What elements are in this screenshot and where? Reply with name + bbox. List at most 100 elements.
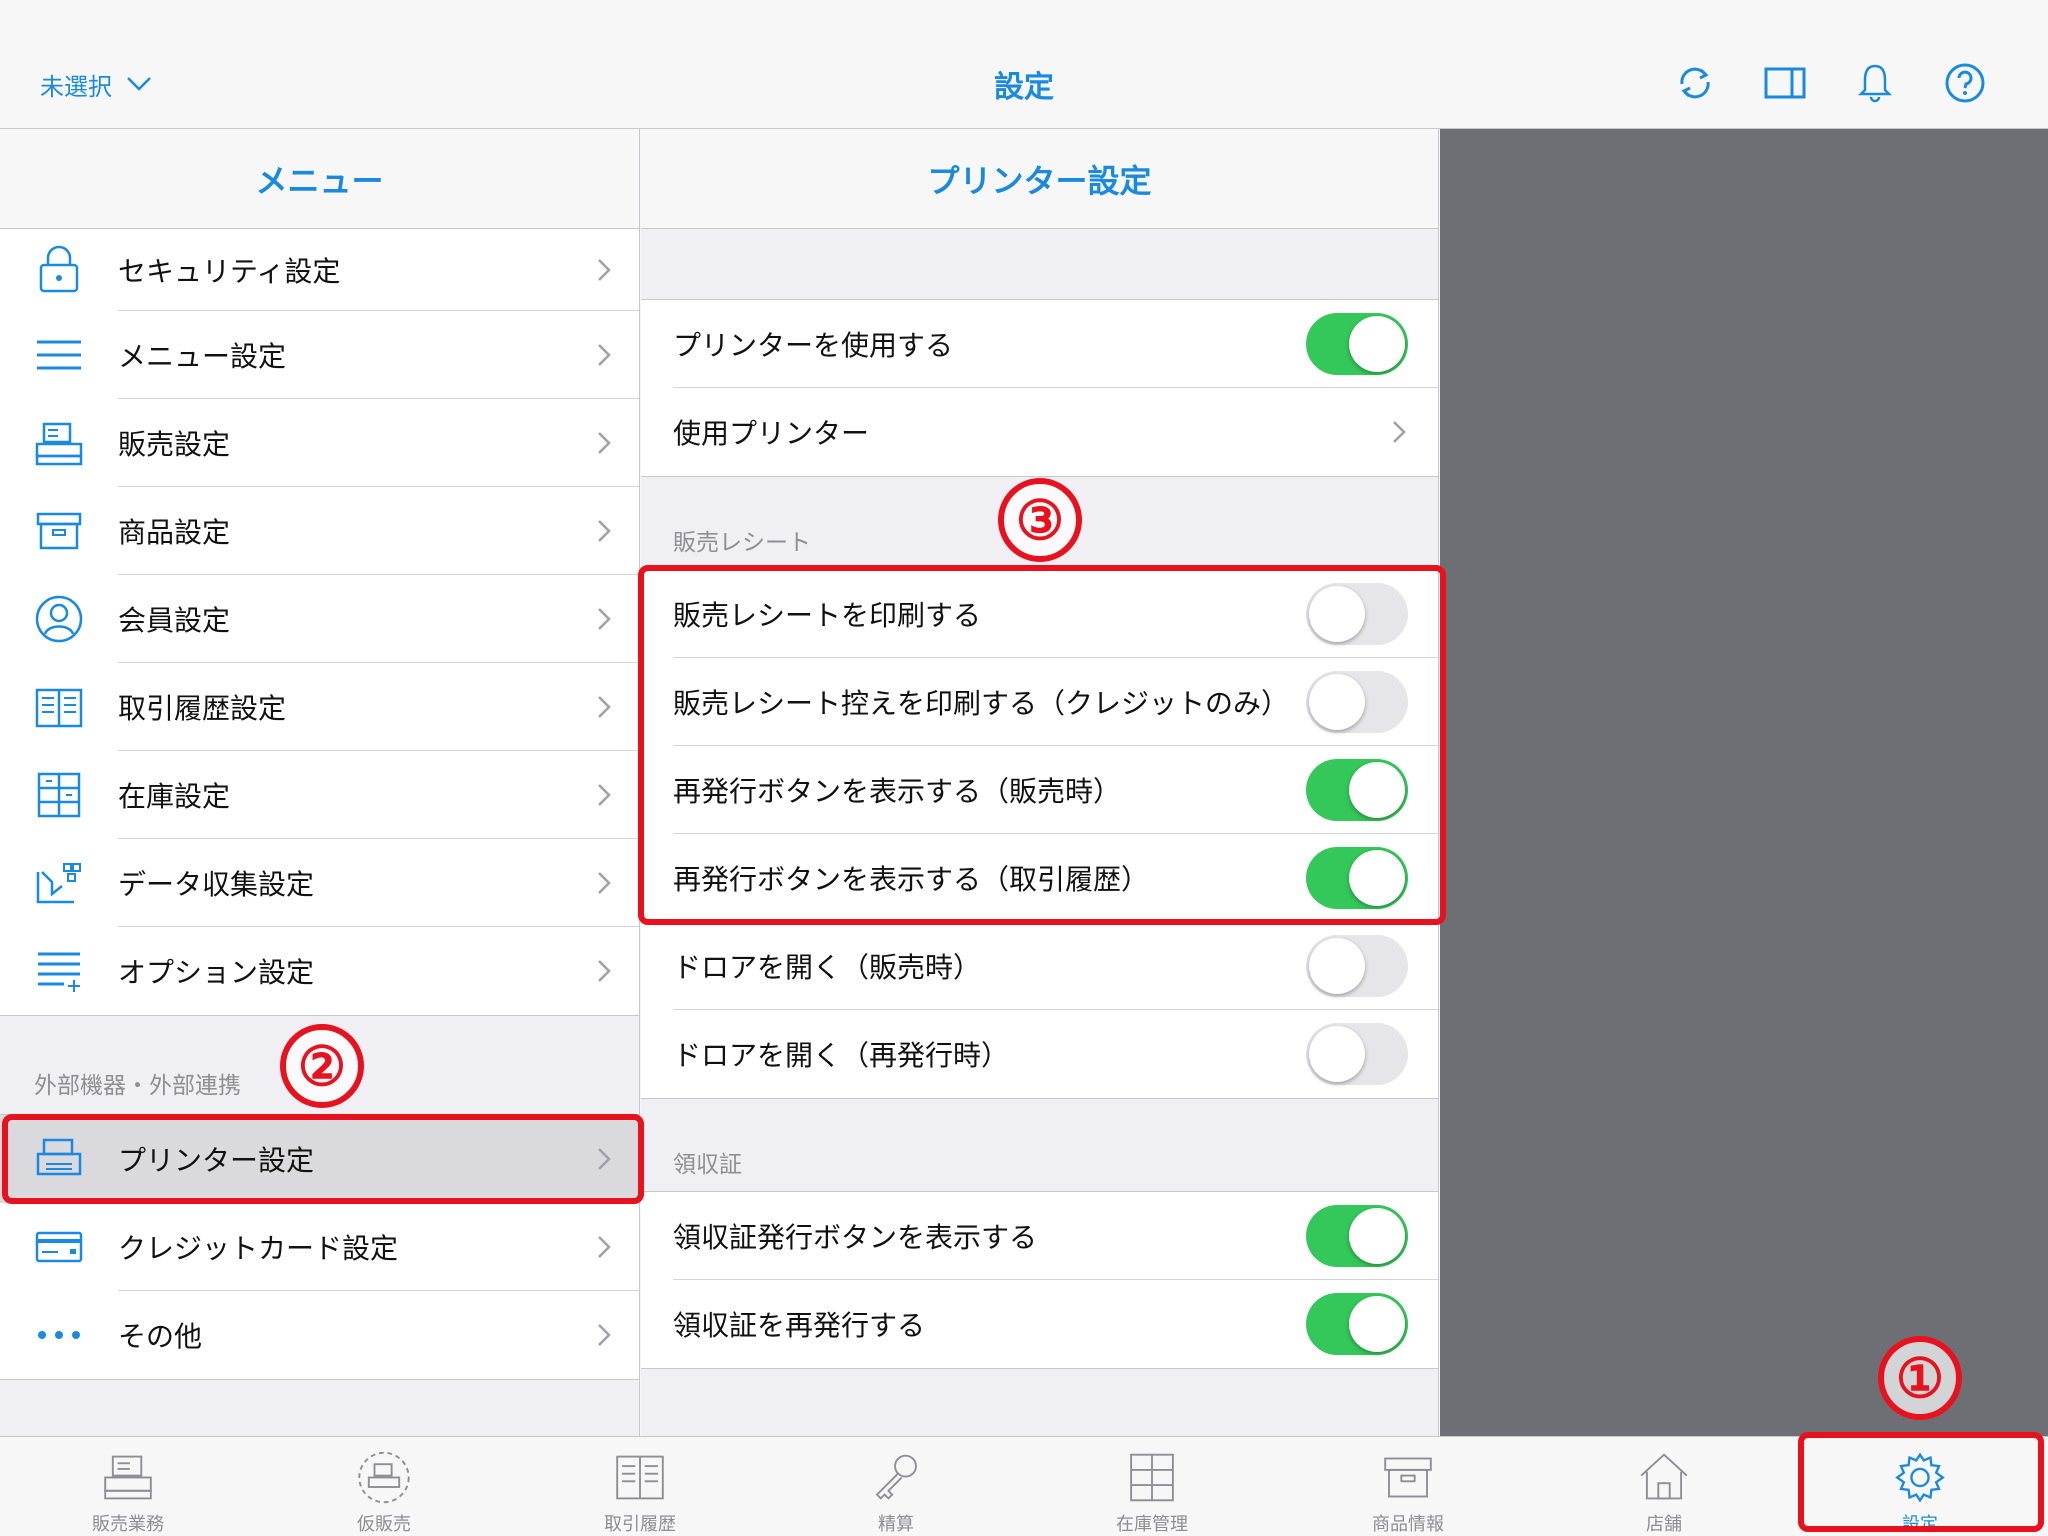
setting-row-use-printer: プリンターを使用する: [673, 300, 1438, 388]
menu-item-product-settings[interactable]: 商品設定: [0, 487, 639, 575]
tab-store[interactable]: 店舗: [1536, 1437, 1792, 1536]
gear-icon: [1895, 1452, 1945, 1503]
setting-row-reissue-sales: 再発行ボタンを表示する（販売時）: [673, 746, 1438, 834]
setting-row-select-printer[interactable]: 使用プリンター: [673, 388, 1438, 476]
split-view-button[interactable]: [1762, 60, 1808, 106]
cabinet-icon: [1130, 1453, 1174, 1502]
menu-column: メニュー セキュリティ設定 メニュー設定 販売設定 商品設定 会員設定 取引履歴…: [0, 129, 640, 1436]
chevron-right-icon: [598, 519, 611, 542]
split-view-icon: [1764, 67, 1806, 99]
menu-list: セキュリティ設定 メニュー設定 販売設定 商品設定 会員設定 取引履歴設定 在庫…: [0, 229, 639, 1016]
menu-item-sales-settings[interactable]: 販売設定: [0, 399, 639, 487]
tab-label: 仮販売: [357, 1514, 411, 1535]
menu-item-menu-settings[interactable]: メニュー設定: [0, 311, 639, 399]
more-dots-icon: [38, 1331, 80, 1339]
data-icon: [36, 863, 81, 904]
tab-temp-sale[interactable]: 仮販売: [256, 1437, 512, 1536]
menu-item-inventory-settings[interactable]: 在庫設定: [0, 751, 639, 839]
menu-item-other[interactable]: その他: [0, 1291, 639, 1379]
drawer-sales-toggle[interactable]: [1306, 934, 1408, 997]
setting-label: 再発行ボタンを表示する（販売時）: [673, 774, 1122, 808]
receipt-group: 領収証発行ボタンを表示する 領収証を再発行する: [641, 1191, 1438, 1369]
menu-item-printer-settings[interactable]: プリンター設定: [0, 1115, 639, 1203]
chevron-right-icon: [598, 431, 611, 454]
chevron-right-icon: [598, 1235, 611, 1258]
chevron-right-icon: [598, 871, 611, 894]
tab-settlement[interactable]: 精算: [768, 1437, 1024, 1536]
tab-settings[interactable]: 設定: [1792, 1437, 2048, 1536]
chevron-right-icon: [1393, 421, 1406, 443]
setting-row-receipt-reissue: 領収証を再発行する: [673, 1280, 1438, 1368]
tab-label: 商品情報: [1372, 1514, 1444, 1535]
chevron-right-icon: [598, 695, 611, 718]
menu-item-data-settings[interactable]: データ収集設定: [0, 839, 639, 927]
top-navigation-bar: 未選択 設定: [0, 0, 2048, 129]
menu-item-history-settings[interactable]: 取引履歴設定: [0, 663, 639, 751]
menu-item-label: オプション設定: [118, 956, 315, 989]
store-icon: [1640, 1453, 1688, 1500]
notification-button[interactable]: [1852, 60, 1898, 106]
sync-icon: [1680, 67, 1710, 99]
drawer-reissue-toggle[interactable]: [1306, 1023, 1408, 1085]
detail-header: プリンター設定: [641, 129, 1438, 229]
tab-label: 設定: [1902, 1514, 1938, 1535]
register-icon: [104, 1455, 152, 1500]
options-icon: [38, 952, 80, 992]
help-icon: [1945, 63, 1985, 103]
menu-header: メニュー: [0, 129, 639, 229]
tab-product-info[interactable]: 商品情報: [1280, 1437, 1536, 1536]
section-label-sales-receipt: 販売レシート: [673, 530, 811, 556]
menu-item-label: セキュリティ設定: [118, 254, 341, 288]
print-receipt-copy-toggle[interactable]: [1306, 670, 1408, 733]
setting-label: 領収証発行ボタンを表示する: [673, 1220, 1038, 1254]
menu-item-label: 販売設定: [118, 427, 231, 461]
tab-label: 取引履歴: [604, 1514, 676, 1535]
printer-settings-panel: プリンター設定 プリンターを使用する 使用プリンター 販売レシート 販売レシート…: [641, 129, 1439, 1436]
help-button[interactable]: [1942, 60, 1988, 106]
chevron-right-icon: [598, 607, 611, 630]
store-selector[interactable]: 未選択: [40, 64, 152, 104]
tab-label: 在庫管理: [1116, 1514, 1188, 1535]
setting-row-print-receipt-copy: 販売レシート控えを印刷する（クレジットのみ）: [673, 658, 1438, 746]
receipt-reissue-toggle[interactable]: [1306, 1293, 1408, 1355]
reissue-history-toggle[interactable]: [1306, 846, 1408, 909]
section-label-receipt: 領収証: [673, 1152, 742, 1178]
print-receipt-toggle[interactable]: [1306, 582, 1408, 645]
box-icon: [1384, 1457, 1432, 1498]
receipt-button-toggle[interactable]: [1306, 1204, 1408, 1267]
use-printer-toggle[interactable]: [1306, 312, 1408, 375]
chevron-right-icon: [598, 1148, 611, 1170]
setting-row-drawer-reissue: ドロアを開く（再発行時）: [673, 1010, 1438, 1098]
setting-label: 販売レシートを印刷する: [673, 598, 982, 632]
menu-item-member-settings[interactable]: 会員設定: [0, 575, 639, 663]
tab-label: 販売業務: [92, 1514, 164, 1535]
menu-item-option-settings[interactable]: オプション設定: [0, 927, 639, 1015]
menu-item-security[interactable]: セキュリティ設定: [0, 229, 639, 311]
store-selector-label: 未選択: [40, 72, 112, 101]
setting-label: 再発行ボタンを表示する（取引履歴）: [673, 862, 1150, 896]
menu-item-label: メニュー設定: [118, 339, 287, 373]
person-icon: [35, 595, 83, 643]
menu-item-label: 商品設定: [118, 515, 231, 549]
tab-sales[interactable]: 販売業務: [0, 1437, 256, 1536]
setting-row-drawer-sales: ドロアを開く（販売時）: [673, 922, 1438, 1010]
menu-item-label: その他: [118, 1320, 203, 1353]
setting-label: ドロアを開く（再発行時）: [673, 1039, 1010, 1072]
chevron-right-icon: [598, 1324, 611, 1346]
setting-label: 使用プリンター: [673, 417, 870, 450]
tab-label: 精算: [878, 1514, 914, 1535]
reissue-sales-toggle[interactable]: [1306, 758, 1408, 821]
register-icon: [35, 422, 83, 466]
tab-inventory[interactable]: 在庫管理: [1024, 1437, 1280, 1536]
tab-history[interactable]: 取引履歴: [512, 1437, 768, 1536]
menu-item-label: データ収集設定: [118, 867, 315, 901]
menu-item-credit-card-settings[interactable]: クレジットカード設定: [0, 1203, 639, 1291]
key-icon: [875, 1454, 917, 1500]
sync-button[interactable]: [1672, 60, 1718, 106]
sales-receipt-group: 販売レシートを印刷する 販売レシート控えを印刷する（クレジットのみ） 再発行ボタ…: [641, 569, 1438, 1099]
lock-icon: [39, 245, 79, 293]
history-icon: [616, 1455, 664, 1500]
external-menu-list: プリンター設定 クレジットカード設定 その他: [0, 1114, 639, 1380]
setting-label: プリンターを使用する: [673, 328, 954, 362]
printer-icon: [36, 1138, 82, 1176]
